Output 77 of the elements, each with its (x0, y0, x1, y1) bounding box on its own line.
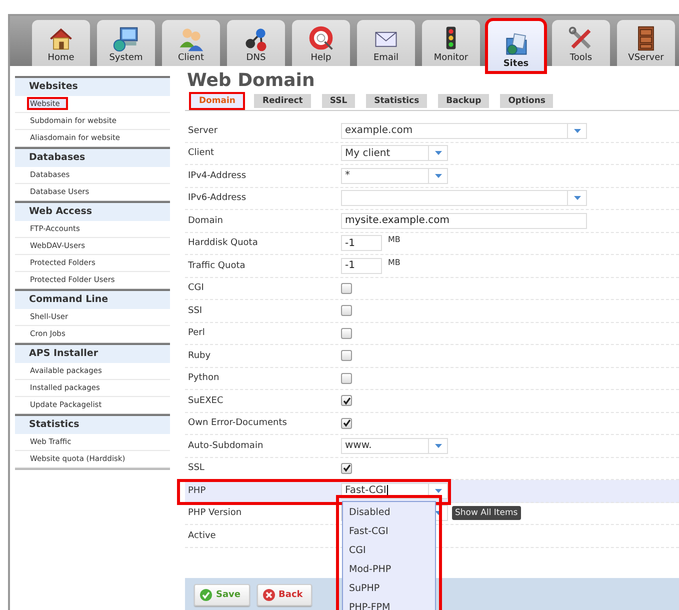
field-label: Traffic Quota (187, 260, 246, 271)
field-label: SSI (187, 306, 204, 316)
caret-icon (434, 488, 442, 493)
checkbox[interactable] (341, 418, 352, 429)
caret-icon (434, 151, 442, 156)
nav-tab[interactable]: System (97, 20, 155, 66)
field-label: Ruby (187, 350, 212, 361)
text-field[interactable]: mysite.example.com (341, 212, 587, 229)
select-field[interactable] (341, 190, 587, 206)
field-label: SuEXEC (187, 396, 224, 406)
dropdown-option[interactable]: Fast-CGI (343, 523, 435, 542)
select-field[interactable]: example.com (341, 122, 587, 139)
nav-tab[interactable]: Help (292, 20, 350, 66)
nav-tab[interactable]: Email (357, 20, 415, 66)
select-field[interactable]: My client (341, 145, 448, 162)
tab[interactable]: Statistics (364, 92, 430, 110)
checkbox[interactable] (341, 282, 352, 294)
select-field[interactable]: * (341, 168, 448, 184)
field-label: CGI (187, 283, 205, 294)
field-label: Perl (187, 328, 206, 338)
sidebar-heading: Statistics (15, 414, 170, 434)
field-label: Harddisk Quota (187, 238, 259, 248)
checkbox[interactable] (341, 372, 352, 384)
number-field[interactable]: -1 (341, 258, 382, 274)
field-label: Own Error-Documents (187, 418, 288, 428)
cancel-circle-icon (262, 588, 275, 600)
nav-tab[interactable]: Home (32, 20, 90, 66)
field-label: PHP Version (187, 508, 243, 518)
caret-icon (574, 128, 580, 133)
nav-tab[interactable]: DNS (227, 20, 285, 66)
back-button[interactable]: Back (256, 584, 312, 606)
field-label: SSL (187, 463, 206, 474)
dropdown-option[interactable]: Mod-PHP (343, 561, 435, 580)
field-label: Server (187, 126, 219, 136)
nav-tab[interactable]: Tools (552, 20, 610, 66)
unit-label: MB (388, 235, 400, 244)
tab[interactable]: SSL (320, 92, 358, 110)
number-field[interactable]: -1 (341, 235, 382, 252)
dropdown-option[interactable]: CGI (343, 542, 435, 561)
field-label: Domain (187, 216, 224, 226)
field-label: IPv4-Address (187, 170, 248, 181)
nav-tab[interactable]: Client (162, 20, 220, 66)
field-label: Active (187, 530, 217, 541)
page-title: Web Domain (186, 69, 316, 92)
sidebar-heading: Databases (15, 147, 170, 167)
sidebar-heading: Command Line (15, 289, 170, 309)
check-circle-icon (200, 588, 212, 600)
field-label: IPv6-Address (187, 193, 248, 204)
sidebar-heading: Web Access (15, 201, 170, 221)
field-label: Client (187, 148, 216, 158)
dropdown-option[interactable]: Disabled (343, 504, 435, 523)
sidebar-heading: Websites (15, 76, 170, 96)
field-label: Python (187, 373, 220, 384)
caret-icon (434, 174, 442, 178)
tab[interactable]: Redirect (252, 92, 313, 110)
field-label: Auto-Subdomain (187, 440, 264, 451)
checkbox[interactable] (341, 305, 352, 316)
lifebuoy-icon (307, 24, 335, 52)
caret-icon (434, 444, 442, 448)
caret-icon (574, 196, 580, 200)
checkbox[interactable] (341, 462, 352, 474)
checkbox[interactable] (341, 328, 352, 339)
unit-label: MB (388, 258, 400, 267)
checkbox[interactable] (341, 350, 352, 362)
checkbox[interactable] (341, 395, 352, 406)
dropdown-option[interactable]: PHP-FPM (343, 599, 435, 610)
dropdown-option[interactable]: SuPHP (343, 580, 435, 599)
field-label: PHP (187, 486, 207, 496)
tab[interactable]: Options (498, 92, 556, 110)
sidebar-heading: APS Installer (15, 343, 170, 363)
nav-tab[interactable]: VServer (617, 20, 675, 66)
nav-tab[interactable]: Monitor (422, 20, 480, 66)
nav-tab[interactable]: Sites (487, 20, 545, 72)
tab[interactable]: Backup (436, 92, 492, 110)
select-field[interactable]: www. (341, 438, 448, 454)
caret-icon (434, 511, 442, 516)
tooltip: Show All Items (452, 506, 521, 520)
